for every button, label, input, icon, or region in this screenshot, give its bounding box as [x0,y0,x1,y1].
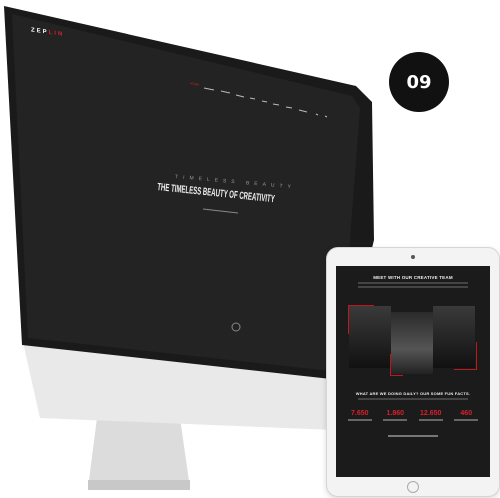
fun-facts: 7.650 1.860 12.650 460 [342,410,484,423]
fact-value: 7.650 [350,410,369,417]
team-heading: MEET WITH OUR CREATIVE TEAM [373,275,453,280]
team-member-photo[interactable] [349,306,391,368]
home-button[interactable] [407,481,419,493]
ipad-mockup: MEET WITH OUR CREATIVE TEAM WHAT ARE WE … [326,247,500,497]
frame-accent [390,354,403,376]
frame-accent [454,342,477,370]
step-badge: 09 [389,52,449,112]
fact-value: 12.650 [420,410,442,417]
text-line [358,282,468,284]
camera-icon [411,255,415,259]
fact-item: 460 [450,410,482,423]
fact-item: 12.650 [415,410,447,423]
tablet-screen: MEET WITH OUR CREATIVE TEAM WHAT ARE WE … [336,266,490,477]
fact-item: 7.650 [344,410,376,423]
text-line [358,398,468,400]
text-line [358,286,468,288]
footer-text [388,434,438,437]
team-photos [336,304,490,379]
fact-value: 1.860 [386,410,405,417]
facts-heading: WHAT ARE WE DOING DAILY? OUR SOME FUN FA… [355,391,471,396]
fact-value: 460 [460,410,473,417]
fact-item: 1.860 [379,410,411,423]
